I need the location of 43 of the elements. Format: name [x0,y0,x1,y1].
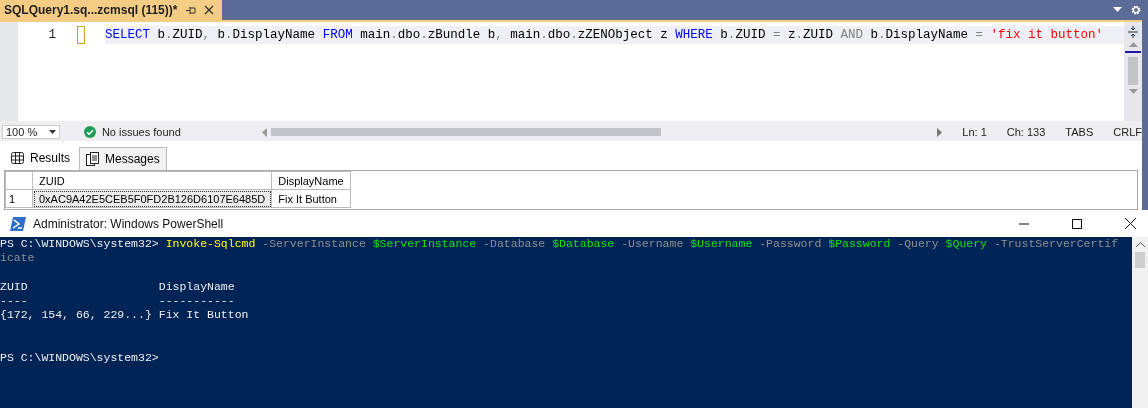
powershell-icon [10,216,26,231]
issues-status: No issues found [101,126,182,139]
console-line: PS C:\WINDOWS\system32> Invoke-Sqlcmd -ServerInstance $ServerInstance -Database $Database -Username $Username -Password $Password -Query $Query -TrustServerCertif [0,237,1120,252]
caret-icon [48,130,56,135]
dropdown-icon[interactable] [1113,7,1122,13]
split-icon[interactable] [1127,26,1139,38]
check-icon [83,126,96,139]
vertical-scrollbar[interactable] [1124,22,1142,122]
scroll-thumb[interactable] [1128,57,1138,85]
column-header[interactable]: DisplayName [271,171,351,190]
scroll-down-icon[interactable] [1128,89,1138,94]
console-line: PS C:\WINDOWS\system32> [0,350,160,365]
table-cell[interactable]: Fix It Button [271,189,351,208]
line-ending: CRLF [1113,126,1142,139]
column-header[interactable]: ZUID [32,171,272,190]
column-indicator: Ch: 133 [1006,126,1046,139]
vertical-scrollbar[interactable] [1132,237,1148,408]
scroll-up-icon[interactable] [1135,242,1145,247]
settings-icon[interactable] [1130,4,1142,16]
console-line: {172, 154, 66, 229...} Fix It Button [0,307,250,323]
grid-icon [11,152,24,164]
scroll-right-icon[interactable] [937,127,943,137]
zoom-dropdown[interactable]: 100 % [2,125,60,140]
pin-icon[interactable] [185,4,197,16]
console-line: ---- ----------- [0,293,236,308]
document-tab[interactable]: SQLQuery1.sq...zcmsql (115))* [0,0,223,20]
document-icon [86,152,99,166]
scroll-thumb[interactable] [270,128,661,137]
console-line: icate [0,251,36,266]
line-number: 1 [47,28,56,42]
close-icon[interactable] [204,5,215,15]
close-icon[interactable] [1125,218,1136,229]
console-line: ZUID DisplayName [0,279,236,294]
row-number: 1 [5,189,33,208]
scroll-left-icon[interactable] [261,127,267,137]
scroll-thumb[interactable] [1135,252,1145,268]
window-title: Administrator: Windows PowerShell [33,216,224,231]
indent-mode: TABS [1065,126,1094,139]
maximize-icon[interactable] [1072,218,1082,229]
results-tab[interactable]: Messages [79,147,167,170]
horizontal-scrollbar[interactable] [261,127,943,137]
line-indicator: Ln: 1 [962,126,987,139]
document-tab-title: SQLQuery1.sq...zcmsql (115))* [4,3,178,17]
